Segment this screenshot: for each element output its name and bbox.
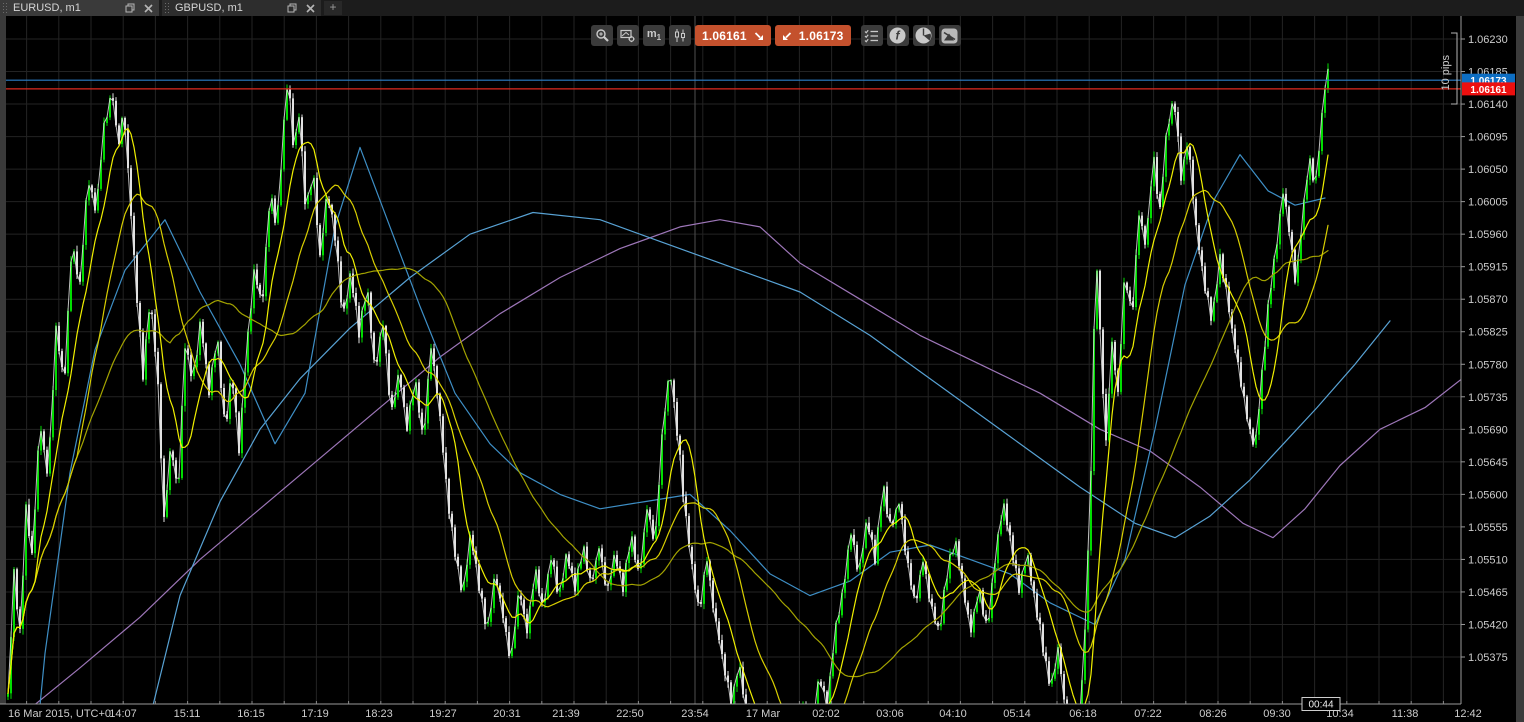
checklist-icon <box>864 29 879 43</box>
price-tick-label: 1.05645 <box>1468 457 1508 469</box>
price-tick-label: 1.05915 <box>1468 262 1508 274</box>
time-axis-start-label: 16 Mar 2015, UTC+0 <box>8 708 111 720</box>
indicators-button[interactable]: f <box>887 25 909 46</box>
chart-tab-bar: EURUSD, m1 GBPUSD, m1 + <box>0 0 1524 16</box>
ma-yellow-fast-line <box>8 128 1328 722</box>
price-tick-label: 1.05510 <box>1468 554 1508 566</box>
time-tick-label: 16:15 <box>237 708 265 720</box>
time-tick-label: 14:07 <box>109 708 137 720</box>
tab-close-icon[interactable] <box>141 2 155 14</box>
timeframe-label: m1 <box>647 29 661 42</box>
time-tick-label: 06:18 <box>1069 708 1097 720</box>
tab-label: GBPUSD, m1 <box>175 2 285 14</box>
time-tick-label: 03:06 <box>876 708 904 720</box>
sentiment-button[interactable] <box>913 25 935 46</box>
measure-label: 10 pips <box>1440 55 1452 91</box>
candlestick-icon <box>673 28 687 43</box>
countdown-label: 00:44 <box>1308 700 1333 711</box>
chart-settings-button[interactable] <box>617 25 639 46</box>
chart-canvas[interactable]: 10 pips1.062301.061851.061401.060951.060… <box>0 0 1524 722</box>
price-tick-label: 1.05375 <box>1468 652 1508 664</box>
buy-price: 1.06173 <box>799 29 844 43</box>
price-tick-label: 1.05690 <box>1468 424 1508 436</box>
buy-arrow-icon <box>782 31 792 41</box>
time-tick-label: 04:10 <box>939 708 967 720</box>
price-tick-label: 1.06140 <box>1468 99 1508 111</box>
ma-blue-slow-line <box>148 213 1390 722</box>
price-tick-label: 1.05420 <box>1468 619 1508 631</box>
tab-gbpusd-m1[interactable]: GBPUSD, m1 <box>162 0 321 16</box>
candle-body <box>802 706 804 722</box>
bid-tag-label: 1.06161 <box>1470 85 1507 96</box>
price-tick-label: 1.06050 <box>1468 164 1508 176</box>
ma-violet-line <box>18 220 1462 719</box>
time-tick-label: 18:23 <box>365 708 393 720</box>
chart-settings-icon <box>620 28 636 43</box>
price-tick-label: 1.05870 <box>1468 294 1508 306</box>
price-tick-label: 1.05600 <box>1468 489 1508 501</box>
time-tick-label: 02:02 <box>812 708 840 720</box>
circle-notch-icon <box>915 27 932 44</box>
time-tick-label: 23:54 <box>681 708 709 720</box>
tab-popout-icon[interactable] <box>285 2 299 14</box>
price-tick-label: 1.05735 <box>1468 392 1508 404</box>
manage-objects-button[interactable] <box>861 25 883 46</box>
time-tick-label: 17:19 <box>301 708 329 720</box>
tab-grip-icon <box>165 3 170 13</box>
pattern-icon <box>941 28 958 44</box>
time-tick-label: 09:30 <box>1263 708 1291 720</box>
time-tick-label: 15:11 <box>174 708 201 720</box>
bid-price-tag: 1.06161 <box>1462 82 1515 96</box>
candles <box>7 63 1329 722</box>
bar-countdown: 00:44 <box>1302 698 1340 711</box>
candle-body <box>1066 700 1068 722</box>
grid <box>6 16 1461 704</box>
time-tick-label: 08:26 <box>1199 708 1227 720</box>
zoom-button[interactable] <box>591 25 613 46</box>
price-tick-label: 1.05465 <box>1468 587 1508 599</box>
ma-yellow-slow-line <box>8 251 1328 694</box>
magnifier-icon <box>595 28 610 43</box>
sell-price: 1.06161 <box>702 29 747 43</box>
price-axis[interactable]: 1.062301.061851.061401.060951.060501.060… <box>1461 34 1508 664</box>
tab-close-icon[interactable] <box>303 2 317 14</box>
f-circle-icon: f <box>889 27 906 44</box>
chart-window: 10 pips1.062301.061851.061401.060951.060… <box>0 0 1524 722</box>
price-tick-label: 1.06005 <box>1468 197 1508 209</box>
time-tick-label: 05:14 <box>1003 708 1031 720</box>
time-tick-label: 11:38 <box>1392 708 1419 720</box>
candle-body <box>745 694 747 706</box>
tab-grip-icon <box>3 3 8 13</box>
time-tick-label: 20:31 <box>493 708 521 720</box>
timeframe-button[interactable]: m1 <box>643 25 665 46</box>
time-tick-label: 17 Mar <box>746 708 781 720</box>
sell-button[interactable]: 1.06161 <box>695 25 771 46</box>
price-tick-label: 1.06230 <box>1468 34 1508 46</box>
measure-tool: 10 pips <box>1440 33 1457 104</box>
buy-button[interactable]: 1.06173 <box>775 25 851 46</box>
time-tick-label: 07:22 <box>1134 708 1162 720</box>
time-tick-label: 21:39 <box>552 708 580 720</box>
new-tab-button[interactable]: + <box>324 1 342 15</box>
time-tick-label: 22:50 <box>616 708 644 720</box>
time-tick-label: 12:42 <box>1454 708 1482 720</box>
tab-popout-icon[interactable] <box>123 2 137 14</box>
price-tick-label: 1.05780 <box>1468 359 1508 371</box>
candle-body <box>808 713 810 722</box>
price-tick-label: 1.05555 <box>1468 522 1508 534</box>
tab-eurusd-m1[interactable]: EURUSD, m1 <box>0 0 159 16</box>
price-tick-label: 1.05960 <box>1468 229 1508 241</box>
ma-yellow-mid-line <box>8 185 1328 722</box>
price-tick-label: 1.06095 <box>1468 132 1508 144</box>
chart-toolbar: m1 1.06161 1.06173 <box>591 25 965 46</box>
tab-label: EURUSD, m1 <box>13 2 123 14</box>
patterns-button[interactable] <box>939 25 961 46</box>
sell-arrow-icon <box>754 31 764 41</box>
price-tick-label: 1.05825 <box>1468 327 1508 339</box>
ma-blue-fast-line <box>22 147 1325 722</box>
chart-type-button[interactable] <box>669 25 691 46</box>
candle-body <box>805 706 807 713</box>
time-tick-label: 19:27 <box>429 708 457 720</box>
